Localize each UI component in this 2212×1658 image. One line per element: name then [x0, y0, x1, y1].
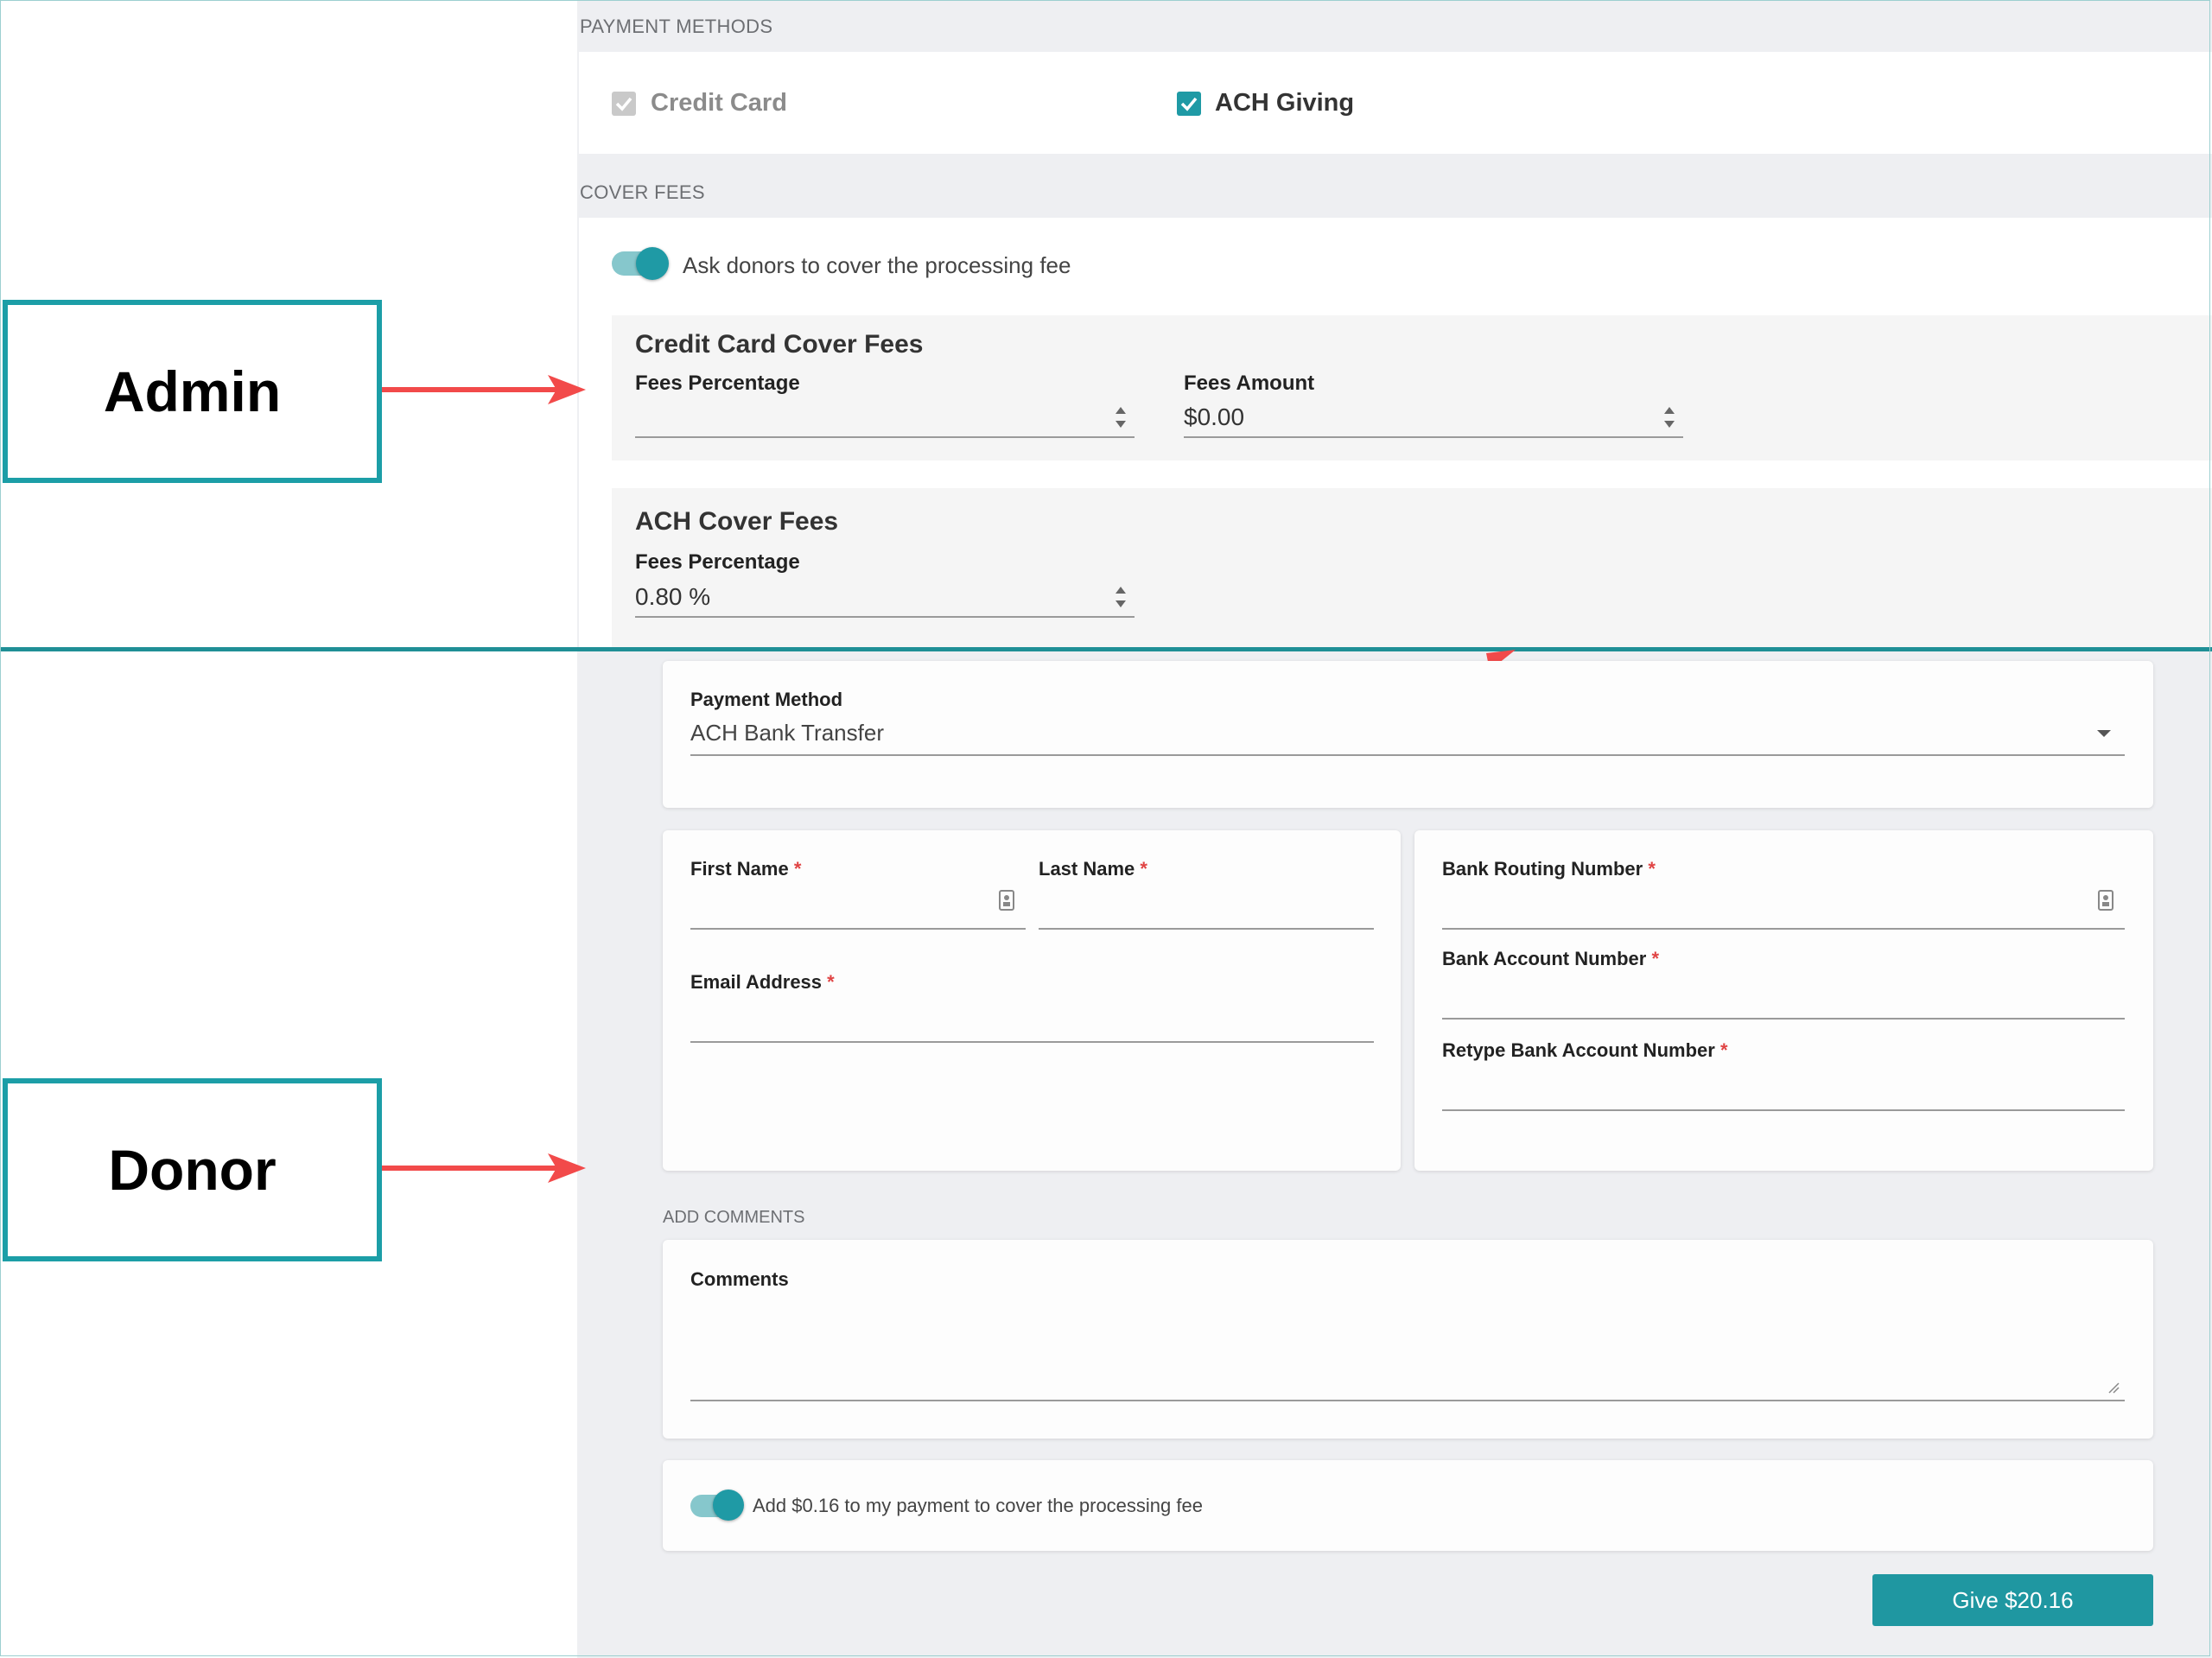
- image-border: [0, 0, 2210, 1656]
